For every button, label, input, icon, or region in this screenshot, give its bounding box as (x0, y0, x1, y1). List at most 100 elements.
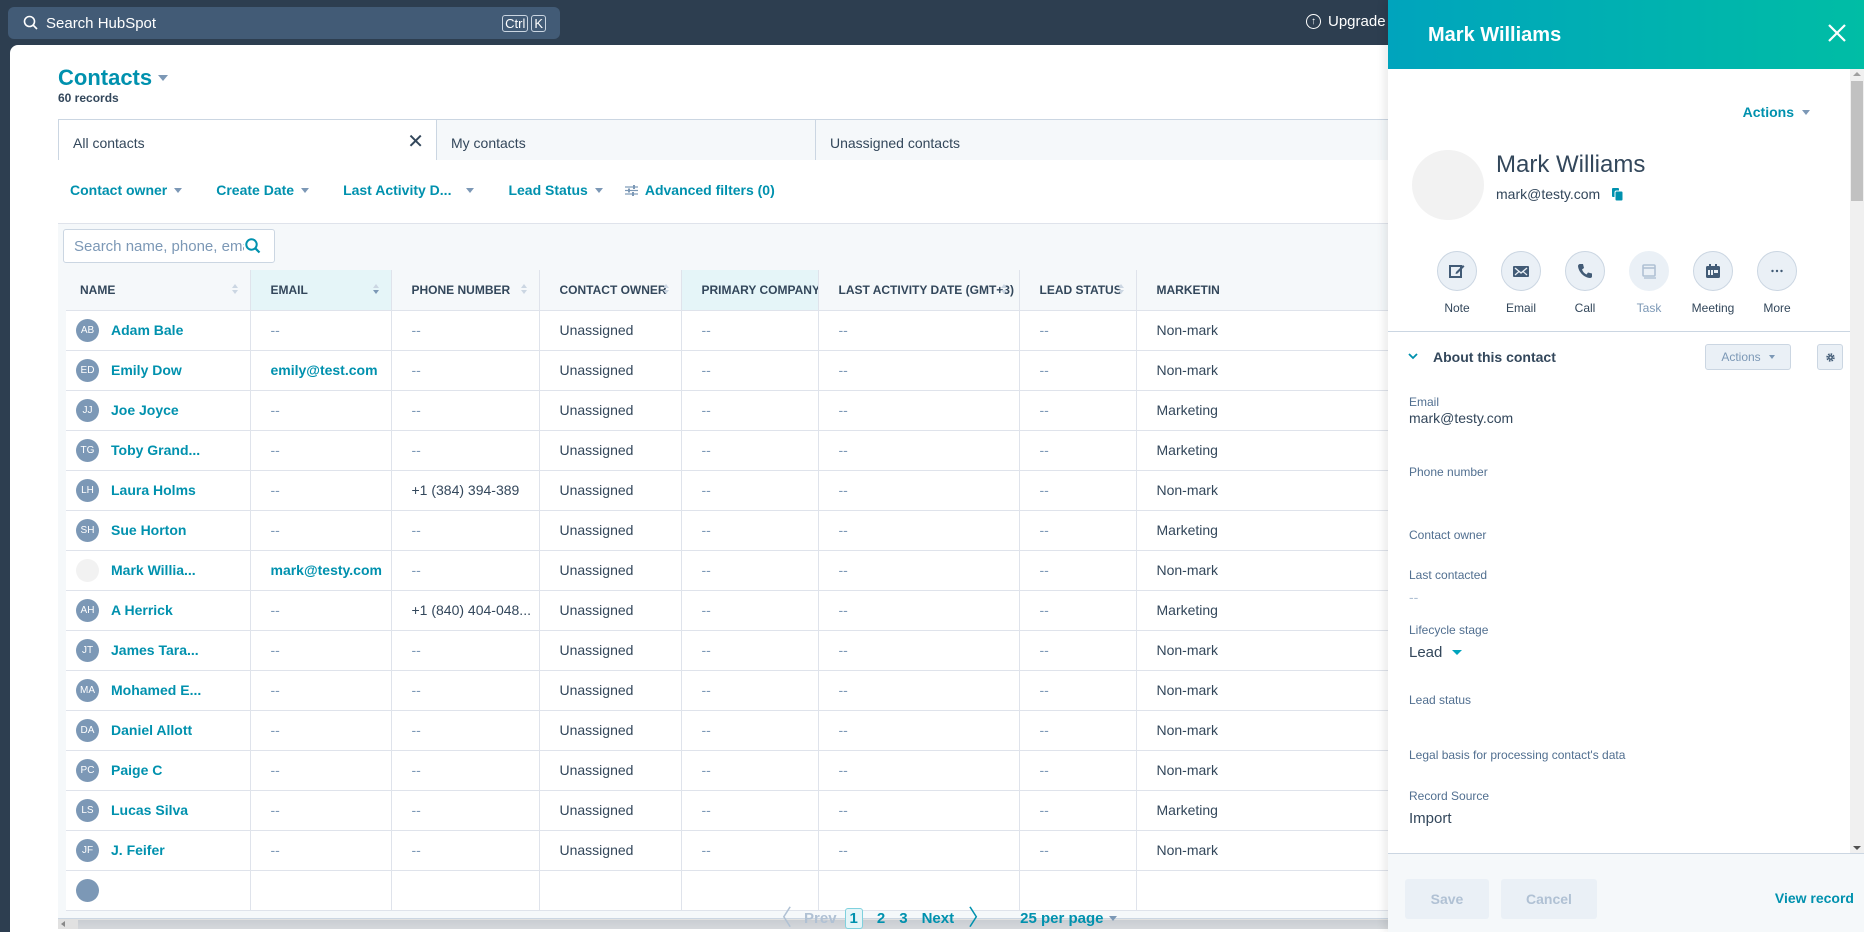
lifecycle-stage-dropdown[interactable]: Lead (1409, 644, 1488, 661)
contact-name-link[interactable]: Daniel Allott (111, 722, 192, 738)
page-3-button[interactable]: 3 (899, 910, 907, 927)
column-header-email[interactable]: Email (250, 270, 392, 311)
table-row[interactable]: AH A Herrick -- +1 (840) 404-048... Unassign… (58, 590, 1410, 631)
per-page-dropdown[interactable]: 25 per page (1020, 910, 1118, 927)
cancel-button[interactable]: Cancel (1501, 879, 1597, 919)
contact-name-link[interactable]: Adam Bale (111, 322, 183, 338)
page-2-button[interactable]: 2 (877, 910, 885, 927)
sort-icon[interactable] (1117, 284, 1124, 296)
global-search-bar[interactable]: Search HubSpot Ctrl K (8, 7, 560, 39)
contact-name-link[interactable]: James Tara... (111, 642, 199, 658)
chevron-down-icon[interactable] (1408, 352, 1418, 360)
table-row[interactable]: JJ Joe Joyce -- -- Unassigned -- -- -- Marketing (58, 390, 1410, 431)
filter-contact-owner[interactable]: Contact owner (70, 182, 183, 198)
section-title[interactable]: About this contact (1433, 349, 1556, 365)
table-row[interactable] (58, 870, 1410, 911)
table-search-input[interactable] (74, 237, 244, 255)
table-row[interactable]: JT James Tara... -- -- Unassigned -- -- -- Non-m… (58, 630, 1410, 671)
sort-icon[interactable] (372, 284, 379, 296)
field-legal-basis[interactable]: Legal basis for processing contact's dat… (1409, 748, 1625, 765)
field-phone-number[interactable]: Phone number (1409, 465, 1488, 482)
task-label: Task (1636, 301, 1662, 315)
section-settings-button[interactable] (1817, 344, 1843, 370)
field-value[interactable]: mark@testy.com (1409, 410, 1513, 426)
view-record-link[interactable]: View record (1775, 890, 1854, 906)
table-row[interactable]: PC Paige C -- -- Unassigned -- -- -- Non-mark (58, 750, 1410, 791)
filter-create-date[interactable]: Create Date (216, 182, 310, 198)
contact-name-link[interactable]: A Herrick (111, 602, 173, 618)
page-1-button[interactable]: 1 (844, 907, 863, 929)
column-header-phone-number[interactable]: Phone number (391, 270, 540, 311)
email-value[interactable]: emily@test.com (271, 362, 378, 378)
field-label: Lifecycle stage (1409, 623, 1489, 637)
table-row[interactable]: SH Sue Horton -- -- Unassigned -- -- -- Marketin… (58, 510, 1410, 551)
more-button[interactable]: More (1757, 251, 1797, 315)
close-tab-icon[interactable]: ✕ (407, 129, 424, 154)
email-value[interactable]: mark@testy.com (271, 562, 382, 578)
table-search[interactable] (63, 229, 275, 263)
panel-vertical-scrollbar[interactable] (1850, 69, 1864, 853)
table-row[interactable]: TG Toby Grand... -- -- Unassigned -- -- -- Marke… (58, 430, 1410, 471)
table-row[interactable]: Mark Willia... mark@testy.com -- Unassigned… (58, 550, 1410, 591)
upgrade-button[interactable]: ↑ Upgrade (1306, 13, 1386, 30)
email-button[interactable]: Email (1501, 251, 1541, 315)
contact-name-link[interactable]: Lucas Silva (111, 802, 188, 818)
section-actions-dropdown[interactable]: Actions (1705, 344, 1791, 370)
table-row[interactable]: LS Lucas Silva -- -- Unassigned -- -- -- Marketi… (58, 790, 1410, 831)
field-lifecycle-stage[interactable]: Lifecycle stage Lead (1409, 623, 1488, 661)
search-icon[interactable] (244, 237, 262, 255)
column-header-name[interactable]: Name (58, 270, 251, 311)
table-row[interactable]: JF J. Feifer -- -- Unassigned -- -- -- Non-mark (58, 830, 1410, 871)
contact-name-link[interactable]: Emily Dow (111, 362, 182, 378)
contact-name-link[interactable]: Mohamed E... (111, 682, 201, 698)
field-contact-owner[interactable]: Contact owner (1409, 528, 1486, 545)
column-header-last-activity-date[interactable]: Last activity date (GMT+3) (818, 270, 1020, 311)
panel-actions-dropdown[interactable]: Actions (1743, 104, 1810, 120)
filter-last-activity-date[interactable]: Last Activity D... (343, 182, 475, 198)
task-button[interactable]: Task (1629, 251, 1669, 315)
tab-my-contacts[interactable]: My contacts (437, 120, 816, 160)
scroll-up-arrow-icon[interactable] (1853, 72, 1861, 76)
sort-icon[interactable] (1000, 284, 1007, 296)
copy-icon[interactable] (1612, 187, 1624, 201)
save-button[interactable]: Save (1405, 879, 1489, 919)
column-header-contact-owner[interactable]: Contact owner (539, 270, 682, 311)
advanced-filters-button[interactable]: Advanced filters (0) (624, 182, 775, 198)
filter-lead-status[interactable]: Lead Status (508, 182, 603, 198)
tab-unassigned-contacts[interactable]: Unassigned contacts (816, 120, 1410, 160)
sort-icon[interactable] (662, 284, 669, 296)
next-page-button[interactable]: Next 〉 (922, 907, 991, 929)
scroll-down-arrow-icon[interactable] (1853, 846, 1861, 850)
horizontal-scrollbar[interactable] (58, 918, 1410, 929)
contact-name-link[interactable]: Toby Grand... (111, 442, 200, 458)
field-lead-status[interactable]: Lead status (1409, 693, 1471, 710)
table-row[interactable]: AB Adam Bale -- -- Unassigned -- -- -- Non-mark (58, 310, 1410, 351)
contact-name-link[interactable]: Joe Joyce (111, 402, 179, 418)
table-row[interactable]: DA Daniel Allott -- -- Unassigned -- -- -- Non-m… (58, 710, 1410, 751)
contact-name-link[interactable]: Sue Horton (111, 522, 186, 538)
table-row[interactable]: ED Emily Dow emily@test.com -- Unassigned -- -… (58, 350, 1410, 391)
contact-name-link[interactable]: Paige C (111, 762, 162, 778)
tab-all-contacts[interactable]: All contacts ✕ (58, 120, 437, 160)
table-row[interactable]: MA Mohamed E... -- -- Unassigned -- -- -- Non-ma… (58, 670, 1410, 711)
prev-page-button[interactable]: 〈 Prev (770, 907, 837, 929)
note-button[interactable]: Note (1437, 251, 1477, 315)
table-row[interactable]: LH Laura Holms -- +1 (384) 394-389 Unassigne… (58, 470, 1410, 511)
contact-name-link[interactable]: J. Feifer (111, 842, 165, 858)
column-header-marketing[interactable]: Marketin (1136, 270, 1410, 311)
scroll-left-arrow-icon[interactable] (61, 921, 65, 927)
meeting-button[interactable]: Meeting (1692, 251, 1734, 315)
cell-owner: Unassigned (539, 550, 682, 591)
scrollbar-thumb[interactable] (78, 920, 1410, 929)
page-title-dropdown[interactable]: Contacts (58, 65, 169, 91)
column-header-primary-company[interactable]: Primary company (681, 270, 819, 311)
close-icon[interactable] (1824, 20, 1850, 46)
contact-name-link[interactable]: Mark Willia... (111, 562, 196, 578)
owner-value: Unassigned (559, 522, 634, 538)
sort-icon[interactable] (231, 284, 238, 296)
call-button[interactable]: Call (1565, 251, 1605, 315)
column-header-lead-status[interactable]: Lead status (1019, 270, 1137, 311)
contact-name-link[interactable]: Laura Holms (111, 482, 196, 498)
sort-icon[interactable] (520, 284, 527, 296)
scrollbar-thumb[interactable] (1851, 81, 1863, 201)
